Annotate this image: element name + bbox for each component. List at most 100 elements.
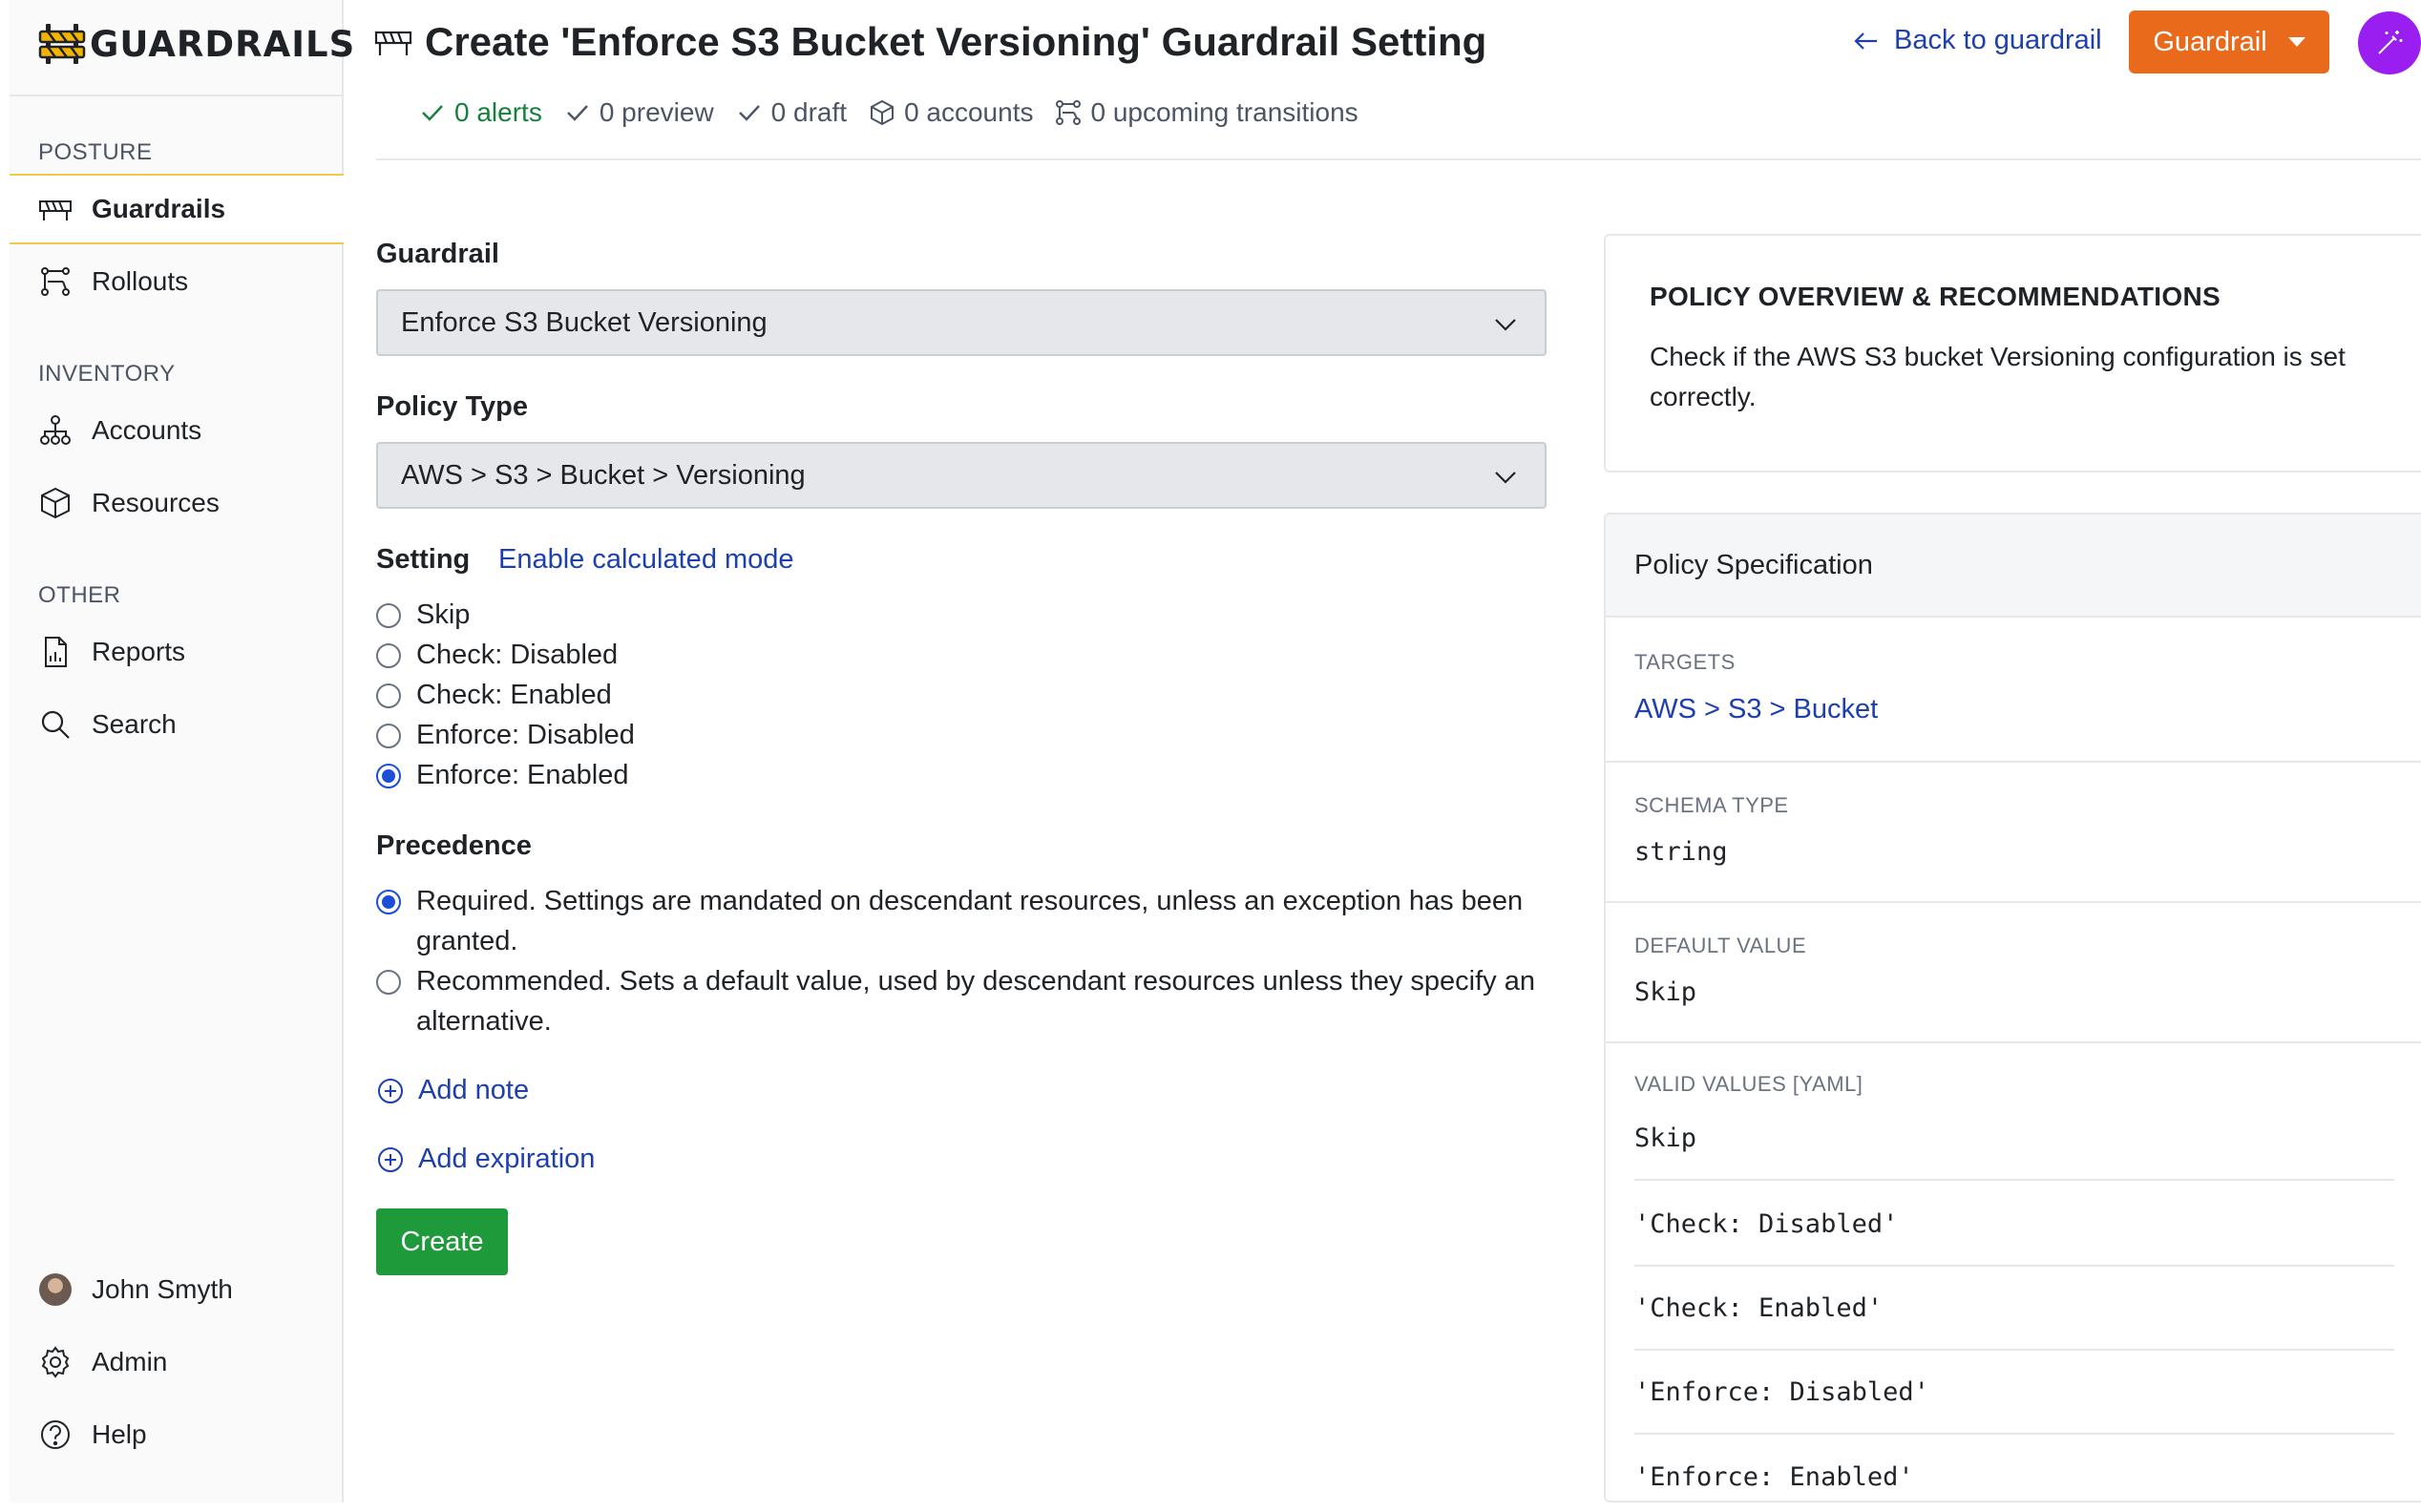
barrier-logo-icon bbox=[38, 24, 86, 64]
plus-circle-icon bbox=[378, 1146, 403, 1172]
policy-specification-panel: Policy Specification TARGETS AWS > S3 > … bbox=[1604, 513, 2421, 1502]
status-alerts-label: 0 alerts bbox=[454, 97, 542, 127]
sidebar-item-help[interactable]: Help bbox=[10, 1399, 344, 1470]
sidebar-item-label: Accounts bbox=[92, 415, 202, 445]
cube-icon bbox=[38, 486, 73, 520]
precedence-option-label: Recommended. Sets a default value, used … bbox=[416, 966, 1535, 1037]
check-icon bbox=[566, 105, 588, 121]
nav-section-inventory: INVENTORY bbox=[38, 361, 176, 387]
barrier-icon bbox=[38, 192, 73, 226]
back-to-guardrail-link[interactable]: Back to guardrail bbox=[1852, 25, 2102, 56]
sidebar-item-label: Resources bbox=[92, 488, 220, 517]
sidebar-item-resources[interactable]: Resources bbox=[10, 468, 344, 538]
policy-specification-title: Policy Specification bbox=[1606, 514, 2421, 618]
radio-button[interactable] bbox=[376, 603, 401, 628]
enable-calculated-mode-link[interactable]: Enable calculated mode bbox=[498, 544, 794, 576]
guardrail-button-label: Guardrail bbox=[2153, 26, 2267, 57]
precedence-option-required[interactable]: Required. Settings are mandated on desce… bbox=[376, 881, 1547, 961]
logo-text: GUARDRAILS bbox=[90, 23, 356, 65]
precedence-option-label: Required. Settings are mandated on desce… bbox=[416, 886, 1524, 956]
spec-default-value: DEFAULT VALUE Skip bbox=[1606, 903, 2421, 1043]
caret-down-icon bbox=[2287, 37, 2305, 47]
guardrail-select[interactable]: Enforce S3 Bucket Versioning bbox=[376, 289, 1547, 356]
sidebar-item-guardrails[interactable]: Guardrails bbox=[10, 174, 344, 244]
spec-valid-value-item: 'Enforce: Enabled' bbox=[1634, 1461, 1914, 1492]
spec-targets-link[interactable]: AWS > S3 > Bucket bbox=[1634, 694, 2421, 725]
chevron-down-icon bbox=[1495, 319, 1516, 331]
hierarchy-icon bbox=[38, 413, 73, 448]
sidebar-item-label: Guardrails bbox=[92, 194, 226, 223]
report-icon bbox=[38, 635, 73, 669]
status-transitions[interactable]: 0 upcoming transitions bbox=[1054, 97, 1358, 128]
nav-section-posture: POSTURE bbox=[38, 139, 153, 165]
avatar bbox=[38, 1272, 73, 1307]
spec-targets-label: TARGETS bbox=[1634, 650, 1736, 674]
radio-button[interactable] bbox=[376, 724, 401, 748]
status-transitions-label: 0 upcoming transitions bbox=[1090, 97, 1358, 127]
setting-option-label: Enforce: Enabled bbox=[416, 760, 629, 790]
setting-label: Setting bbox=[376, 544, 471, 575]
barrier-icon bbox=[374, 31, 412, 55]
sidebar-item-label: Help bbox=[92, 1419, 147, 1449]
status-draft-label: 0 draft bbox=[770, 97, 848, 127]
magic-wand-icon bbox=[2378, 31, 2403, 54]
radio-button[interactable] bbox=[376, 970, 401, 995]
radio-button-selected[interactable] bbox=[376, 764, 401, 788]
check-icon bbox=[422, 105, 443, 121]
radio-button-selected[interactable] bbox=[376, 890, 401, 914]
add-expiration-label: Add expiration bbox=[418, 1144, 596, 1174]
sidebar-item-label: Admin bbox=[92, 1347, 168, 1376]
gear-icon bbox=[38, 1345, 73, 1379]
setting-option-check-disabled[interactable]: Check: Disabled bbox=[376, 635, 618, 675]
status-draft[interactable]: 0 draft bbox=[735, 97, 847, 128]
spec-valid-value-item: 'Check: Enabled' bbox=[1634, 1267, 2394, 1351]
status-accounts[interactable]: 0 accounts bbox=[868, 97, 1033, 128]
spec-targets: TARGETS AWS > S3 > Bucket bbox=[1606, 620, 2421, 763]
status-summary: 0 alerts 0 preview 0 draft 0 accounts 0 … bbox=[418, 97, 1379, 128]
spec-default-value-text: Skip bbox=[1634, 977, 1697, 1007]
policy-overview-description: Check if the AWS S3 bucket Versioning co… bbox=[1650, 342, 2346, 411]
spec-schema-type-value: string bbox=[1634, 837, 1728, 867]
status-alerts[interactable]: 0 alerts bbox=[418, 97, 542, 128]
sidebar-item-reports[interactable]: Reports bbox=[10, 617, 344, 687]
setting-option-enforce-enabled[interactable]: Enforce: Enabled bbox=[376, 755, 628, 795]
setting-option-label: Skip bbox=[416, 599, 471, 630]
policy-type-select[interactable]: AWS > S3 > Bucket > Versioning bbox=[376, 442, 1547, 509]
sidebar-item-search[interactable]: Search bbox=[10, 689, 344, 760]
add-expiration-link[interactable]: Add expiration bbox=[376, 1144, 595, 1175]
status-preview[interactable]: 0 preview bbox=[563, 97, 714, 128]
sidebar-item-label: Search bbox=[92, 709, 177, 739]
spec-schema-type: SCHEMA TYPE string bbox=[1606, 763, 2421, 903]
guardrail-dropdown-button[interactable]: Guardrail bbox=[2129, 10, 2329, 74]
status-accounts-label: 0 accounts bbox=[904, 97, 1034, 127]
radio-button[interactable] bbox=[376, 683, 401, 708]
sidebar-item-admin[interactable]: Admin bbox=[10, 1327, 344, 1397]
spec-valid-value-item: Skip bbox=[1634, 1097, 2394, 1181]
sidebar-item-accounts[interactable]: Accounts bbox=[10, 395, 344, 466]
header-divider bbox=[376, 158, 2421, 160]
magic-wand-button[interactable] bbox=[2358, 11, 2421, 74]
spec-default-value-label: DEFAULT VALUE bbox=[1634, 934, 1807, 957]
radio-button[interactable] bbox=[376, 643, 401, 668]
create-button[interactable]: Create bbox=[376, 1208, 508, 1275]
setting-option-check-enabled[interactable]: Check: Enabled bbox=[376, 675, 612, 715]
sidebar-item-rollouts[interactable]: Rollouts bbox=[10, 246, 344, 317]
precedence-label: Precedence bbox=[376, 830, 532, 861]
arrow-left-icon bbox=[1854, 32, 1877, 50]
precedence-option-recommended[interactable]: Recommended. Sets a default value, used … bbox=[376, 961, 1547, 1041]
setting-option-label: Check: Enabled bbox=[416, 680, 612, 710]
setting-option-skip[interactable]: Skip bbox=[376, 595, 470, 635]
sidebar-item-user[interactable]: John Smyth bbox=[10, 1254, 344, 1325]
spec-schema-type-label: SCHEMA TYPE bbox=[1634, 793, 1789, 817]
search-icon bbox=[38, 707, 73, 742]
sidebar-item-label: Rollouts bbox=[92, 266, 189, 296]
page-title: Create 'Enforce S3 Bucket Versioning' Gu… bbox=[425, 19, 1487, 64]
sidebar-item-label: Reports bbox=[92, 637, 186, 666]
setting-option-label: Enforce: Disabled bbox=[416, 720, 635, 750]
add-note-link[interactable]: Add note bbox=[376, 1075, 529, 1106]
setting-option-label: Check: Disabled bbox=[416, 640, 619, 670]
policy-overview-panel: POLICY OVERVIEW & RECOMMENDATIONS Check … bbox=[1604, 234, 2421, 472]
setting-option-enforce-disabled[interactable]: Enforce: Disabled bbox=[376, 715, 635, 755]
guardrails-logo[interactable]: GUARDRAILS bbox=[38, 21, 355, 67]
policy-type-select-value: AWS > S3 > Bucket > Versioning bbox=[401, 459, 806, 491]
